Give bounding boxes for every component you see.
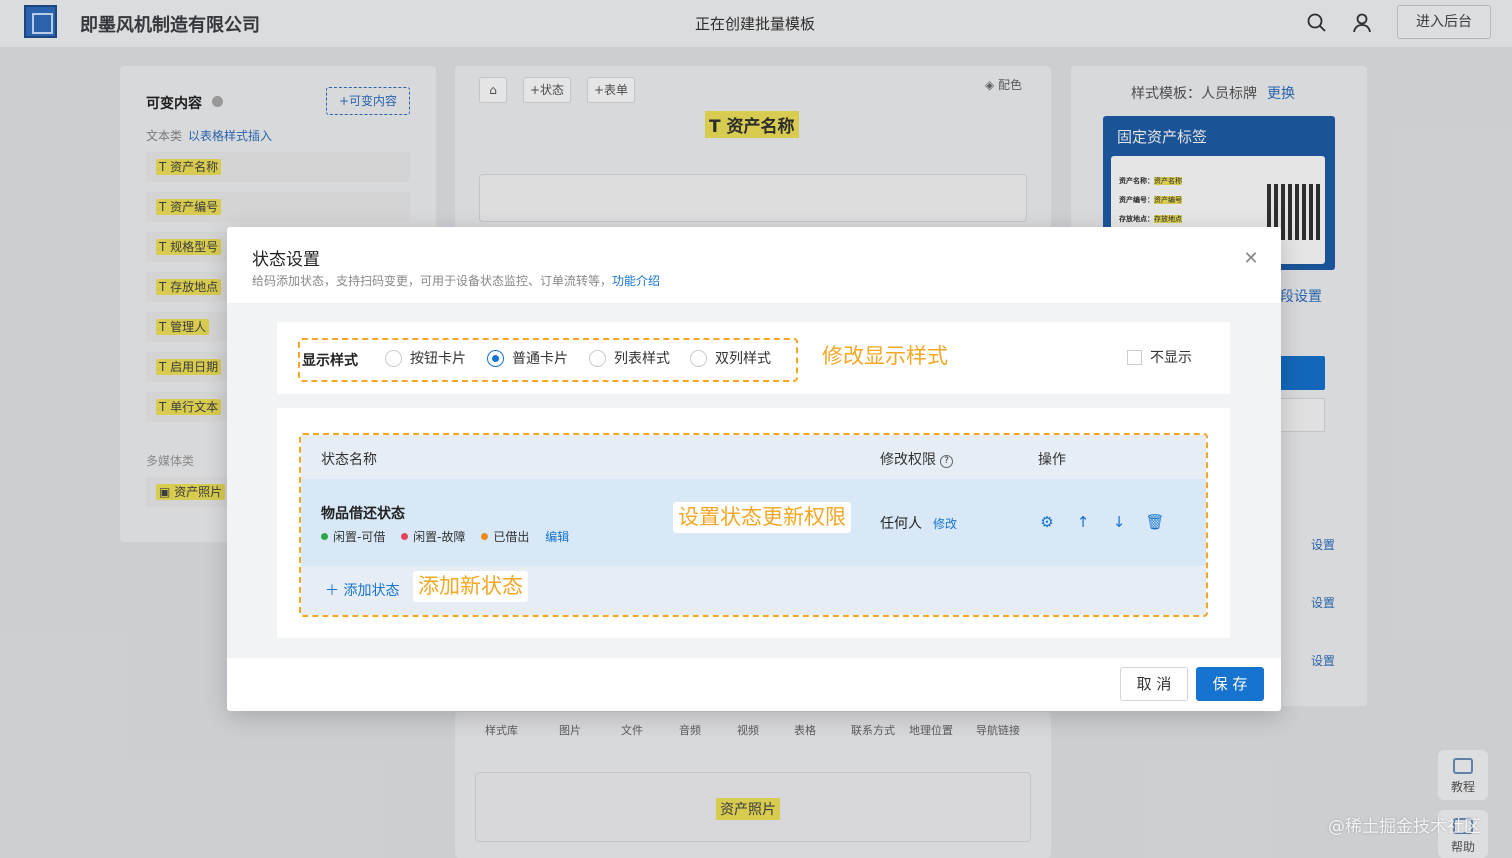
display-style-panel: 显示样式 按钮卡片 普通卡片 列表样式 双列样式 修改显示样式 不显示 — [277, 322, 1230, 394]
dialog-description: 给码添加状态，支持扫码变更，可用于设备状态监控、订单流转等，功能介绍 — [252, 274, 661, 288]
close-icon[interactable]: ✕ — [1241, 249, 1261, 269]
state-settings-dialog: 状态设置 给码添加状态，支持扫码变更，可用于设备状态监控、订单流转等，功能介绍 … — [227, 227, 1281, 711]
no-display-checkbox[interactable]: 不显示 — [1125, 348, 1192, 368]
display-style-label: 显示样式 — [302, 353, 358, 369]
checkbox-box — [1127, 350, 1142, 365]
annotation-style: 修改显示样式 — [817, 341, 953, 373]
save-button[interactable]: 保 存 — [1196, 667, 1264, 701]
dialog-title: 状态设置 — [252, 250, 320, 270]
dialog-body: 显示样式 按钮卡片 普通卡片 列表样式 双列样式 修改显示样式 不显示 状态名称… — [227, 303, 1281, 658]
dialog-footer: 取 消 保 存 — [227, 658, 1281, 711]
radio-circle — [385, 350, 402, 367]
radio-two-column[interactable]: 双列样式 — [690, 349, 771, 369]
radio-circle — [690, 350, 707, 367]
state-table: 状态名称 修改权限? 操作 物品借还状态 闲置-可借 闲置-故障 已借出 编辑 … — [299, 433, 1208, 617]
radio-list-style[interactable]: 列表样式 — [589, 349, 670, 369]
radio-normal-card[interactable]: 普通卡片 — [487, 349, 568, 369]
watermark: @稀土掘金技术社区 — [1328, 817, 1481, 837]
feature-intro-link[interactable]: 功能介绍 — [612, 274, 660, 288]
state-list-panel: 状态名称 修改权限? 操作 物品借还状态 闲置-可借 闲置-故障 已借出 编辑 … — [277, 408, 1230, 638]
radio-button-card[interactable]: 按钮卡片 — [385, 349, 466, 369]
cancel-button[interactable]: 取 消 — [1120, 667, 1188, 701]
radio-circle — [589, 350, 606, 367]
radio-circle-checked — [487, 350, 504, 367]
annotation-highlight — [299, 433, 1208, 617]
